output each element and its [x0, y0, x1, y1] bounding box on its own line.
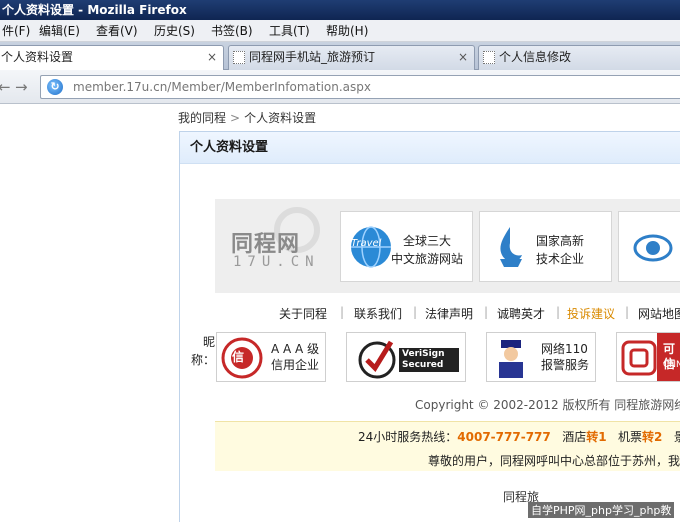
- hotline-label: 24小时服务热线：: [358, 430, 458, 444]
- feature-line2: 中文旅游网站: [391, 252, 464, 266]
- menu-bar: 件(F) 编辑(E) 查看(V) 历史(S) 书签(B) 工具(T) 帮助(H): [0, 20, 680, 42]
- footer-link-legal[interactable]: 法律声明: [425, 305, 473, 322]
- watermark-text: 自学PHP网_php学习_php教: [528, 502, 675, 518]
- high-tech-flame-icon: [500, 227, 522, 267]
- tab-profile-settings[interactable]: 个人资料设置 ×: [0, 45, 224, 71]
- service-info-bar: 24小时服务热线：4007-777-777 酒店转1 机票转2 景点 尊敬的用户…: [215, 421, 680, 471]
- menu-help[interactable]: 帮助(H): [326, 20, 368, 42]
- breadcrumb-root-link[interactable]: 我的同程: [178, 111, 226, 125]
- tab-label: 同程网手机站_旅游预订: [249, 50, 376, 64]
- navigation-toolbar: ← → ↻ member.17u.cn/Member/MemberInfomat…: [0, 70, 680, 104]
- badge-cnnic[interactable]: 可信 CNNIC: [616, 332, 680, 382]
- breadcrumb: 我的同程 > 个人资料设置: [178, 109, 316, 126]
- badge-line2: 报警服务: [541, 358, 590, 372]
- page-icon: [233, 51, 245, 64]
- copyright-text: Copyright © 2002-2012 版权所有 同程旅游网络科: [415, 398, 680, 412]
- footer-separator: |: [413, 305, 418, 319]
- logo-strip: 同程网 17U.CN Travel 全球三大 中文旅游网站 国家高新 技术企业: [215, 199, 680, 293]
- footer-separator: |: [340, 305, 345, 319]
- tab-bar: 个人资料设置 × 同程网手机站_旅游预订 × 个人信息修改: [0, 42, 680, 71]
- feature-line1: 国家高新: [536, 234, 585, 248]
- feature-global-travel[interactable]: Travel 全球三大 中文旅游网站: [340, 211, 473, 282]
- feature-line1: 全球三大: [403, 234, 452, 248]
- tab-edit-info[interactable]: 个人信息修改: [478, 45, 680, 70]
- menu-edit[interactable]: 编辑(E): [39, 20, 80, 42]
- url-bar[interactable]: ↻ member.17u.cn/Member/MemberInfomation.…: [40, 75, 680, 99]
- badge-net110[interactable]: 网络110 报警服务: [486, 332, 596, 382]
- service-notice: 尊敬的用户，同程网呼叫中心总部位于苏州，我: [428, 454, 680, 468]
- footer-separator: |: [556, 305, 561, 319]
- badge-line2: CNNIC: [663, 360, 680, 370]
- badge-line2: 信用企业: [271, 358, 320, 372]
- network-globe-icon: [633, 234, 673, 262]
- menu-bookmarks[interactable]: 书签(B): [211, 20, 253, 42]
- footer-separator: |: [625, 305, 630, 319]
- badge-line1: 网络110: [541, 342, 588, 356]
- badge-line1: A A A 级: [271, 342, 320, 356]
- breadcrumb-separator: >: [230, 111, 241, 125]
- logo-sub-text: 17U.CN: [233, 254, 320, 270]
- page-icon: [483, 51, 495, 64]
- site-identity-icon[interactable]: ↻: [47, 79, 63, 95]
- feature-line2: 技术企业: [536, 252, 585, 266]
- cnnic-seal-icon: [621, 340, 657, 376]
- badge-aaa-credit[interactable]: 信 A A A 级 信用企业: [216, 332, 326, 382]
- hotline-line: 24小时服务热线：4007-777-777 酒店转1 机票转2 景点: [358, 428, 680, 445]
- url-text[interactable]: member.17u.cn/Member/MemberInfomation.as…: [73, 76, 371, 98]
- footer-separator: |: [484, 305, 489, 319]
- travel-badge-text: Travel: [351, 238, 382, 249]
- panel-title: 个人资料设置: [190, 140, 269, 155]
- menu-history[interactable]: 历史(S): [154, 20, 195, 42]
- footer-link-jobs[interactable]: 诚聘英才: [497, 305, 545, 322]
- footer-link-complaints[interactable]: 投诉建议: [567, 305, 615, 322]
- menu-view[interactable]: 查看(V): [96, 20, 138, 42]
- trust-seal-char: 信: [232, 350, 245, 364]
- forward-arrow-icon[interactable]: →: [15, 78, 28, 96]
- tab-mobile-site[interactable]: 同程网手机站_旅游预订 ×: [228, 45, 475, 70]
- breadcrumb-current: 个人资料设置: [244, 111, 317, 125]
- menu-tools[interactable]: 工具(T): [269, 20, 310, 42]
- feature-partial[interactable]: [618, 211, 680, 282]
- hotel-extension: 转1: [586, 430, 607, 444]
- tab-label: 个人资料设置: [1, 50, 74, 64]
- badge-verisign[interactable]: VeriSign Secured: [346, 332, 466, 382]
- panel-header: 个人资料设置: [180, 132, 680, 164]
- hotel-label: 酒店: [562, 430, 587, 444]
- nickname-label: 昵称：: [190, 335, 215, 367]
- scenic-label: 景点: [673, 430, 680, 444]
- tab-close-icon[interactable]: ×: [458, 46, 468, 69]
- site-logo[interactable]: 同程网 17U.CN: [215, 199, 335, 293]
- footer-link-sitemap[interactable]: 网站地图: [638, 305, 680, 322]
- menu-file[interactable]: 件(F): [2, 20, 30, 42]
- hotline-number: 4007-777-777: [457, 430, 551, 444]
- flight-extension: 转2: [642, 430, 663, 444]
- back-arrow-icon[interactable]: ←: [0, 78, 11, 96]
- window-title-bar: 个人资料设置 - Mozilla Firefox: [0, 0, 680, 20]
- footer-link-contact[interactable]: 联系我们: [354, 305, 402, 322]
- footer-link-about[interactable]: 关于同程: [279, 305, 327, 322]
- tab-label: 个人信息修改: [499, 50, 572, 64]
- police-officer-icon: [499, 340, 523, 378]
- flight-label: 机票: [618, 430, 643, 444]
- verisign-text: VeriSign Secured: [399, 348, 459, 372]
- tab-close-icon[interactable]: ×: [207, 46, 217, 69]
- feature-high-tech[interactable]: 国家高新 技术企业: [479, 211, 612, 282]
- verisign-check-icon: [358, 340, 396, 379]
- window-title: 个人资料设置 - Mozilla Firefox: [2, 3, 187, 17]
